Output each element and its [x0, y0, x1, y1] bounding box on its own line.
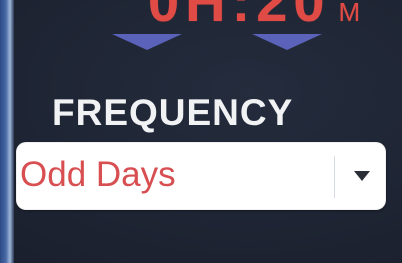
dropdown-divider	[334, 156, 335, 198]
dropdown-toggle[interactable]	[352, 169, 372, 183]
chevron-down-icon	[252, 34, 322, 50]
hour-decrement-button[interactable]	[112, 34, 182, 50]
frequency-dropdown[interactable]: Odd Days	[16, 142, 386, 210]
chevron-down-icon	[112, 34, 182, 50]
frequency-label: FREQUENCY	[52, 92, 294, 133]
time-text: 0H:20	[148, 0, 331, 33]
minute-decrement-button[interactable]	[252, 34, 322, 50]
frequency-selected-value: Odd Days	[20, 155, 176, 194]
time-suffix: M	[338, 0, 361, 27]
caret-down-icon	[354, 171, 370, 181]
time-display: 0H:20 M	[148, 0, 360, 34]
